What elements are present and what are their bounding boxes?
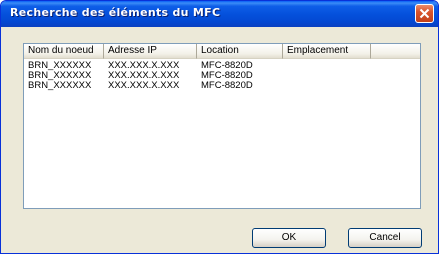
location-cell: MFC-8820D (201, 61, 253, 71)
location-cell: MFC-8820D (201, 71, 253, 81)
emplacement-cell (283, 71, 371, 81)
dialog-window: Recherche des éléments du MFC Nom du noe… (0, 0, 439, 254)
title-bar[interactable]: Recherche des éléments du MFC (1, 1, 438, 27)
list-rows: BRN_XXXXXX XXX.XXX.X.XXX MFC-8820D BRN_X… (24, 61, 420, 91)
emplacement-cell (283, 81, 371, 91)
window-title: Recherche des éléments du MFC (10, 6, 221, 19)
close-icon (419, 8, 430, 19)
emplacement-cell (283, 61, 371, 71)
node-name-cell: BRN_XXXXXX (28, 81, 92, 91)
column-header-ip-address[interactable]: Adresse IP (104, 44, 197, 59)
list-header: Nom du noeud Adresse IP Location Emplace… (24, 44, 420, 59)
ip-address-cell: XXX.XXX.X.XXX (108, 61, 180, 71)
close-button[interactable] (415, 4, 434, 23)
ok-button[interactable]: OK (252, 228, 326, 248)
column-header-location[interactable]: Location (197, 44, 283, 59)
node-name-cell: BRN_XXXXXX (28, 61, 92, 71)
table-row[interactable]: BRN_XXXXXX XXX.XXX.X.XXX MFC-8820D (24, 71, 420, 81)
cancel-button[interactable]: Cancel (348, 228, 422, 248)
column-header-filler (371, 44, 420, 59)
table-row[interactable]: BRN_XXXXXX XXX.XXX.X.XXX MFC-8820D (24, 81, 420, 91)
ip-address-cell: XXX.XXX.X.XXX (108, 71, 180, 81)
table-row[interactable]: BRN_XXXXXX XXX.XXX.X.XXX MFC-8820D (24, 61, 420, 71)
ip-address-cell: XXX.XXX.X.XXX (108, 81, 180, 91)
column-header-emplacement[interactable]: Emplacement (283, 44, 371, 59)
column-header-node-name[interactable]: Nom du noeud (24, 44, 104, 59)
node-name-cell: BRN_XXXXXX (28, 71, 92, 81)
location-cell: MFC-8820D (201, 81, 253, 91)
device-list[interactable]: Nom du noeud Adresse IP Location Emplace… (23, 43, 421, 209)
